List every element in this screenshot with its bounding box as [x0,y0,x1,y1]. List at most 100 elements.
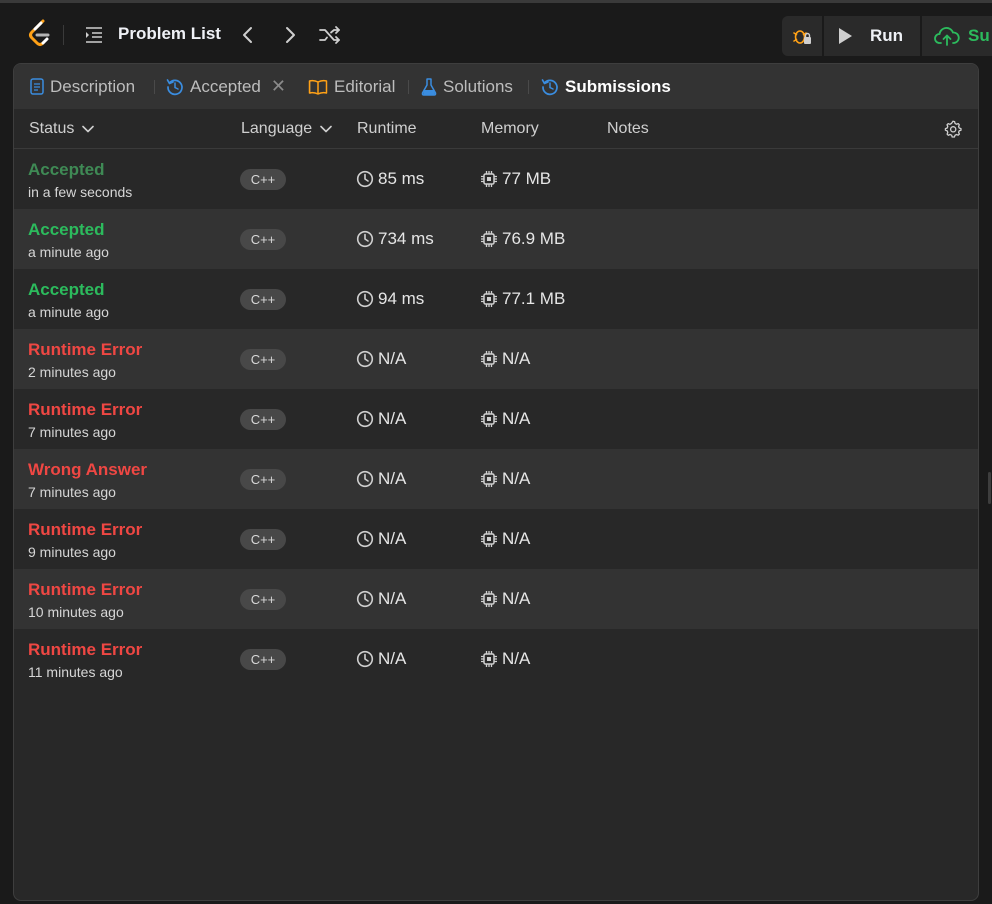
memory-cell: 77 MB [480,169,551,189]
table-row[interactable]: Accepted a minute ago C++ 734 ms 76.9 MB [14,209,978,269]
tab-divider [154,80,155,94]
runtime-value: N/A [378,649,407,668]
cloud-upload-icon [934,27,960,46]
tab-accepted[interactable]: Accepted ✕ [166,64,286,109]
chip-icon [481,651,497,667]
memory-cell: N/A [480,349,530,369]
runtime-cell: 85 ms [356,169,424,189]
clock-icon [356,290,374,308]
chip-icon [481,411,497,427]
submission-status[interactable]: Accepted [28,160,105,180]
language-badge: C++ [240,649,286,670]
shuffle-icon[interactable] [318,24,342,46]
chevron-down-icon [320,125,332,133]
right-panel-edge [986,64,992,904]
submission-status[interactable]: Accepted [28,280,105,300]
submission-time: 11 minutes ago [28,664,123,680]
submission-status[interactable]: Runtime Error [28,640,142,660]
submit-label: Su [968,26,990,45]
table-row[interactable]: Accepted a minute ago C++ 94 ms 77.1 MB [14,269,978,329]
clock-icon [356,410,374,428]
table-row[interactable]: Runtime Error 11 minutes ago C++ N/A N/A [14,629,978,689]
submission-status[interactable]: Wrong Answer [28,460,147,480]
table-row[interactable]: Wrong Answer 7 minutes ago C++ N/A N/A [14,449,978,509]
column-header-runtime: Runtime [357,120,417,137]
tab-editorial[interactable]: Editorial [308,64,395,109]
submission-time: a minute ago [28,244,109,260]
submission-time: 9 minutes ago [28,544,116,560]
submission-status[interactable]: Runtime Error [28,400,142,420]
memory-value: N/A [502,409,531,428]
submit-button[interactable]: Su [922,16,992,56]
runtime-cell: N/A [356,649,406,669]
table-row[interactable]: Runtime Error 10 minutes ago C++ N/A N/A [14,569,978,629]
memory-value: 77 MB [502,169,552,188]
table-row[interactable]: Runtime Error 9 minutes ago C++ N/A N/A [14,509,978,569]
language-badge: C++ [240,409,286,430]
chip-icon [481,171,497,187]
list-indent-icon[interactable] [84,25,104,45]
clock-icon [356,470,374,488]
chip-icon [481,591,497,607]
clock-icon [356,590,374,608]
topbar-divider [63,25,64,45]
submission-status[interactable]: Runtime Error [28,340,142,360]
runtime-cell: N/A [356,589,406,609]
memory-value: 76.9 MB [502,229,566,248]
clock-icon [356,230,374,248]
chip-icon [481,291,497,307]
run-label: Run [870,26,904,45]
table-header: Status Language Runtime Memory Notes [14,109,978,149]
flask-icon [421,77,437,96]
submission-status[interactable]: Runtime Error [28,520,142,540]
memory-cell: N/A [480,589,530,609]
run-button[interactable]: Run [824,16,920,56]
top-bar: Problem List Run Su [0,0,992,64]
submission-status[interactable]: Accepted [28,220,105,240]
chip-icon [481,531,497,547]
tab-description[interactable]: Description [30,64,135,109]
chevron-left-icon[interactable] [238,23,258,47]
tab-divider [528,80,529,94]
language-badge: C++ [240,589,286,610]
memory-value: N/A [502,589,531,608]
logo-icon[interactable] [26,18,54,50]
status-filter[interactable]: Status [29,120,95,138]
close-icon[interactable]: ✕ [271,76,286,97]
chevron-right-icon[interactable] [280,23,300,47]
language-badge: C++ [240,169,286,190]
column-header-language: Language [241,120,313,137]
submission-status[interactable]: Runtime Error [28,580,142,600]
language-badge: C++ [240,529,286,550]
memory-sort[interactable]: Memory [481,120,539,138]
table-row[interactable]: Accepted in a few seconds C++ 85 ms 77 M… [14,149,978,209]
tab-label: Solutions [443,76,513,96]
tab-label: Submissions [565,76,671,96]
memory-cell: 76.9 MB [480,229,565,249]
memory-value: N/A [502,349,531,368]
problem-list-link[interactable]: Problem List [118,24,221,44]
language-filter[interactable]: Language [241,120,332,138]
table-row[interactable]: Runtime Error 7 minutes ago C++ N/A N/A [14,389,978,449]
memory-cell: N/A [480,649,530,669]
tab-label: Accepted [190,76,261,96]
gear-icon[interactable] [944,120,962,138]
table-row[interactable]: Runtime Error 2 minutes ago C++ N/A N/A [14,329,978,389]
language-badge: C++ [240,289,286,310]
runtime-value: 85 ms [378,169,425,188]
tab-submissions[interactable]: Submissions [541,64,671,109]
action-buttons: Run Su [782,16,992,56]
runtime-value: N/A [378,529,407,548]
submission-time: in a few seconds [28,184,133,200]
column-header-status: Status [29,120,75,137]
resize-handle[interactable] [988,472,991,504]
runtime-sort[interactable]: Runtime [357,120,417,138]
notes-label: Notes [607,120,649,137]
column-header-memory: Memory [481,120,539,137]
clock-icon [356,650,374,668]
tab-divider [408,80,409,94]
tab-solutions[interactable]: Solutions [421,64,513,109]
language-badge: C++ [240,469,286,490]
history-icon [541,78,558,95]
debug-button[interactable] [782,16,822,56]
